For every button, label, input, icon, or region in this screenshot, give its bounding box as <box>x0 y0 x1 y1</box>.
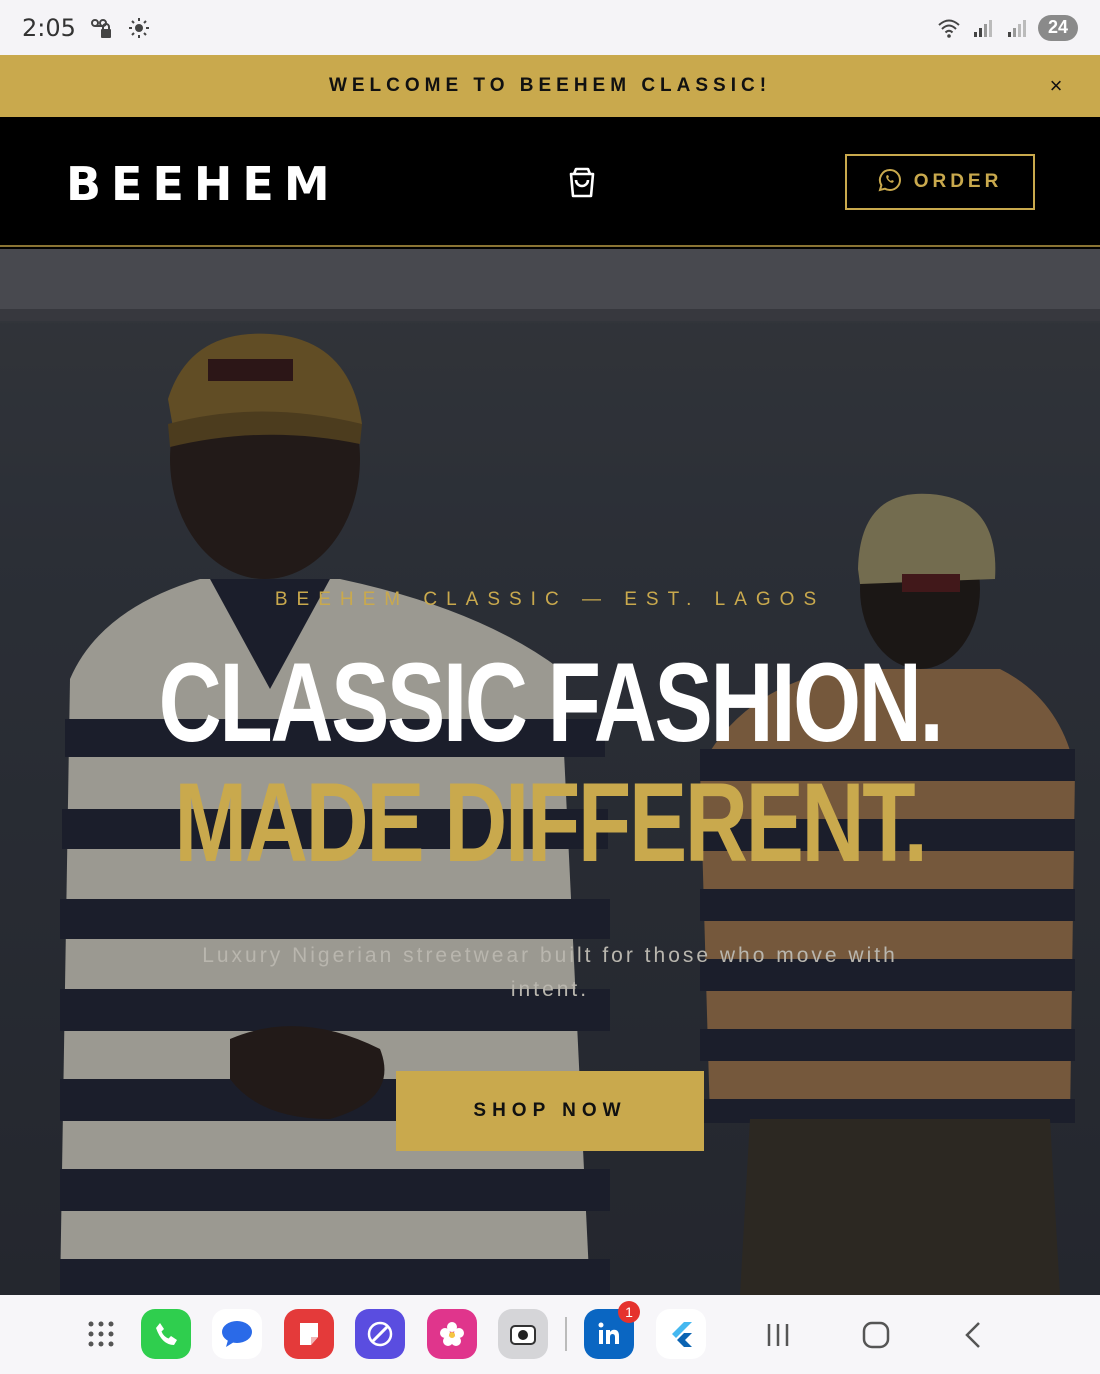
hero-headline-line2: MADE DIFFERENT. <box>174 760 927 885</box>
announcement-bar: WELCOME TO BEEHEM CLASSIC! × <box>0 55 1100 117</box>
camera-app-icon[interactable] <box>498 1309 548 1359</box>
status-bar: 2:05 24 <box>0 0 1100 55</box>
signal-icon <box>970 15 996 41</box>
linkedin-app-icon[interactable]: 1 <box>584 1301 640 1359</box>
status-left: 2:05 <box>22 14 152 42</box>
android-dock: 1 <box>0 1295 1100 1374</box>
wifi-icon <box>936 15 962 41</box>
close-icon[interactable]: × <box>1042 72 1070 100</box>
brightness-icon <box>126 15 152 41</box>
brand-logo[interactable]: BEEHEM <box>66 157 340 211</box>
whatsapp-icon <box>878 168 902 197</box>
battery-indicator: 24 <box>1038 14 1078 41</box>
gallery-app-icon[interactable] <box>427 1309 477 1359</box>
home-icon[interactable] <box>856 1315 896 1355</box>
site-header: BEEHEM ORDER <box>0 117 1100 247</box>
hero-headline-line1: CLASSIC FASHION. <box>158 640 944 765</box>
status-right: 24 <box>936 14 1078 41</box>
shop-now-label: SHOP NOW <box>473 1100 627 1121</box>
messages-app-icon[interactable] <box>212 1309 262 1359</box>
hero-eyebrow: BEEHEM CLASSIC — EST. LAGOS <box>274 589 826 610</box>
hero-subtitle: Luxury Nigerian streetwear built for tho… <box>202 944 898 1001</box>
phone-app-icon[interactable] <box>141 1309 191 1359</box>
dock-divider <box>565 1317 567 1351</box>
recents-icon[interactable] <box>758 1315 798 1355</box>
status-time: 2:05 <box>22 13 76 42</box>
voicemail-lock-icon <box>88 15 114 41</box>
order-label: ORDER <box>913 171 1003 192</box>
app-drawer-icon[interactable] <box>76 1309 126 1359</box>
shop-now-button[interactable]: SHOP NOW <box>396 1071 704 1151</box>
back-icon[interactable] <box>954 1315 994 1355</box>
shopping-bag-icon[interactable] <box>563 163 601 201</box>
hero-section: BEEHEM CLASSIC — EST. LAGOS CLASSIC FASH… <box>0 249 1100 1295</box>
order-button[interactable]: ORDER <box>845 154 1035 210</box>
announcement-text: WELCOME TO BEEHEM CLASSIC! <box>328 75 772 96</box>
notification-badge: 1 <box>618 1301 640 1323</box>
browser-app-icon[interactable] <box>355 1309 405 1359</box>
notes-app-icon[interactable] <box>284 1309 334 1359</box>
flutter-app-icon[interactable] <box>656 1309 706 1359</box>
signal-icon <box>1004 15 1030 41</box>
